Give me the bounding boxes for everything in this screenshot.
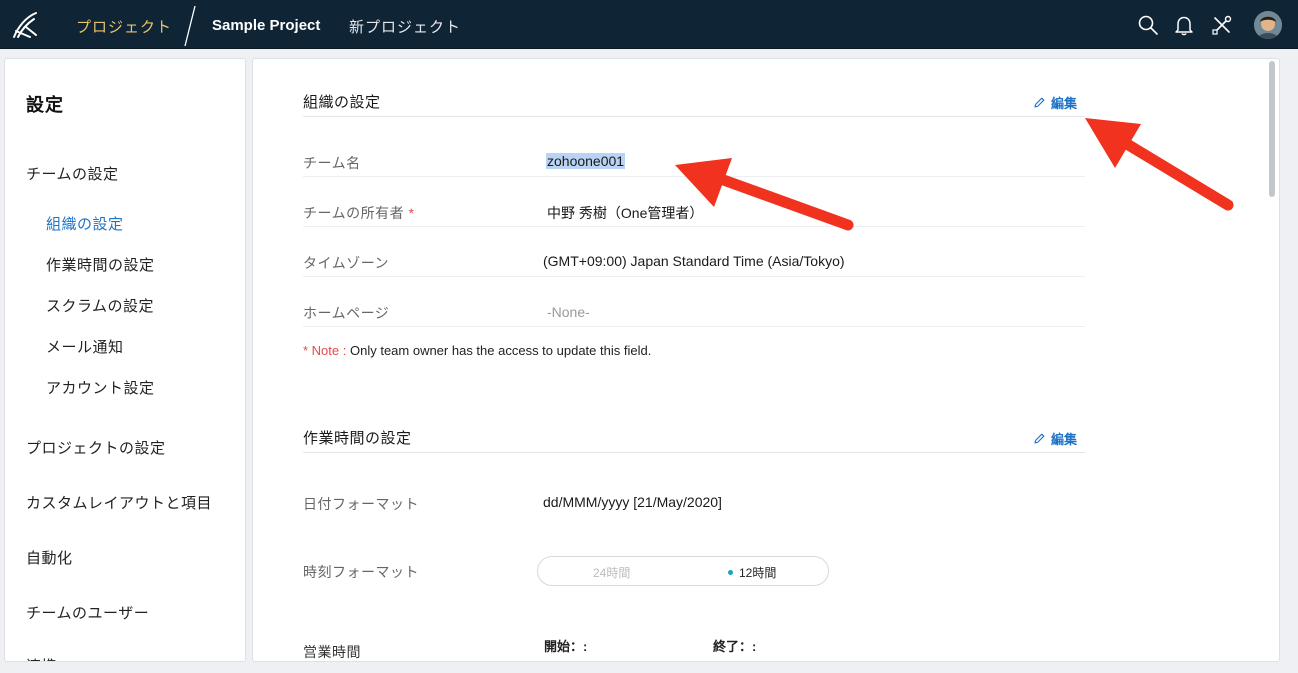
- avatar-image: [1254, 11, 1282, 39]
- nav-separator: [184, 5, 196, 47]
- sidebar-item-team-users[interactable]: チームのユーザー: [26, 602, 149, 623]
- settings-content-panel: 組織の設定 編集 チーム名 zohoone001 チームの所有者 * 中野 秀樹…: [252, 58, 1280, 662]
- team-owner-label-text: チームの所有者: [303, 205, 405, 221]
- sidebar-subitem-work-hours[interactable]: 作業時間の設定: [46, 254, 155, 275]
- row-divider: [303, 226, 1085, 227]
- sidebar-subitem-scrum[interactable]: スクラムの設定: [46, 295, 154, 316]
- edit-label: 編集: [1051, 432, 1078, 447]
- search-icon[interactable]: [1137, 14, 1159, 36]
- field-label-homepage: ホームページ: [303, 305, 390, 321]
- note-text: Only team owner has the access to update…: [349, 343, 652, 358]
- sidebar-subitem-email-notification[interactable]: メール通知: [46, 336, 124, 357]
- bell-icon[interactable]: [1173, 14, 1195, 36]
- top-navigation-bar: プロジェクト Sample Project 新プロジェクト: [0, 0, 1298, 49]
- note-label: * Note :: [303, 343, 347, 358]
- row-divider: [303, 176, 1085, 177]
- section-divider: [303, 452, 1085, 453]
- row-divider: [303, 276, 1085, 277]
- sidebar-item-team-settings[interactable]: チームの設定: [26, 163, 119, 184]
- section-title-work-hours: 作業時間の設定: [303, 430, 412, 447]
- sidebar-subitem-account[interactable]: アカウント設定: [46, 377, 155, 398]
- vertical-scrollbar[interactable]: [1269, 61, 1275, 197]
- edit-work-hours-button[interactable]: 編集: [1033, 429, 1077, 448]
- sidebar-item-automation[interactable]: 自動化: [26, 547, 73, 568]
- required-marker: *: [408, 205, 415, 221]
- user-avatar[interactable]: [1254, 11, 1282, 39]
- sidebar-item-custom-layout[interactable]: カスタムレイアウトと項目: [26, 492, 212, 513]
- owner-access-note: * Note : Only team owner has the access …: [303, 343, 651, 358]
- field-label-date-format: 日付フォーマット: [303, 496, 419, 512]
- app-logo-icon[interactable]: [8, 7, 44, 43]
- end-time-label: 終了：:: [713, 639, 757, 654]
- edit-organization-button[interactable]: 編集: [1033, 93, 1077, 112]
- edit-label: 編集: [1051, 96, 1078, 111]
- pencil-icon: [1034, 433, 1045, 444]
- sidebar-item-project-settings[interactable]: プロジェクトの設定: [26, 437, 166, 458]
- nav-new-project[interactable]: 新プロジェクト: [349, 16, 461, 37]
- time-option-24h[interactable]: 24時間: [593, 564, 630, 581]
- field-label-timezone: タイムゾーン: [303, 255, 390, 271]
- sidebar-subitem-organization[interactable]: 組織の設定: [46, 213, 124, 234]
- field-label-time-format: 時刻フォーマット: [303, 564, 419, 580]
- homepage-value: -None-: [547, 304, 590, 320]
- section-title-organization: 組織の設定: [303, 94, 381, 111]
- tools-icon[interactable]: [1211, 14, 1233, 36]
- pencil-icon: [1034, 97, 1045, 108]
- nav-current-project[interactable]: Sample Project: [212, 17, 320, 34]
- nav-tab-projects[interactable]: プロジェクト: [76, 16, 172, 37]
- timezone-value: (GMT+09:00) Japan Standard Time (Asia/To…: [543, 253, 845, 269]
- time-option-12h-label: 12時間: [739, 566, 777, 580]
- time-option-12h[interactable]: 12時間: [728, 564, 776, 581]
- sidebar-item-integrations[interactable]: 連携: [26, 655, 57, 661]
- section-divider: [303, 116, 1085, 117]
- start-time-label: 開始：:: [544, 639, 588, 654]
- field-label-business-hours: 営業時間: [303, 644, 361, 660]
- sidebar-title: 設定: [26, 95, 64, 115]
- row-divider: [303, 326, 1085, 327]
- date-format-value: dd/MMM/yyyy [21/May/2020]: [543, 494, 722, 510]
- field-label-team-owner: チームの所有者 *: [303, 203, 414, 223]
- team-name-value[interactable]: zohoone001: [546, 153, 626, 169]
- time-format-toggle[interactable]: 24時間 12時間: [537, 556, 829, 586]
- settings-sidebar: 設定 チームの設定 組織の設定 作業時間の設定 スクラムの設定 メール通知 アカ…: [4, 58, 246, 662]
- selected-dot-icon: [728, 570, 733, 575]
- team-owner-value: 中野 秀樹（One管理者）: [547, 205, 704, 221]
- field-label-team-name: チーム名: [303, 155, 361, 171]
